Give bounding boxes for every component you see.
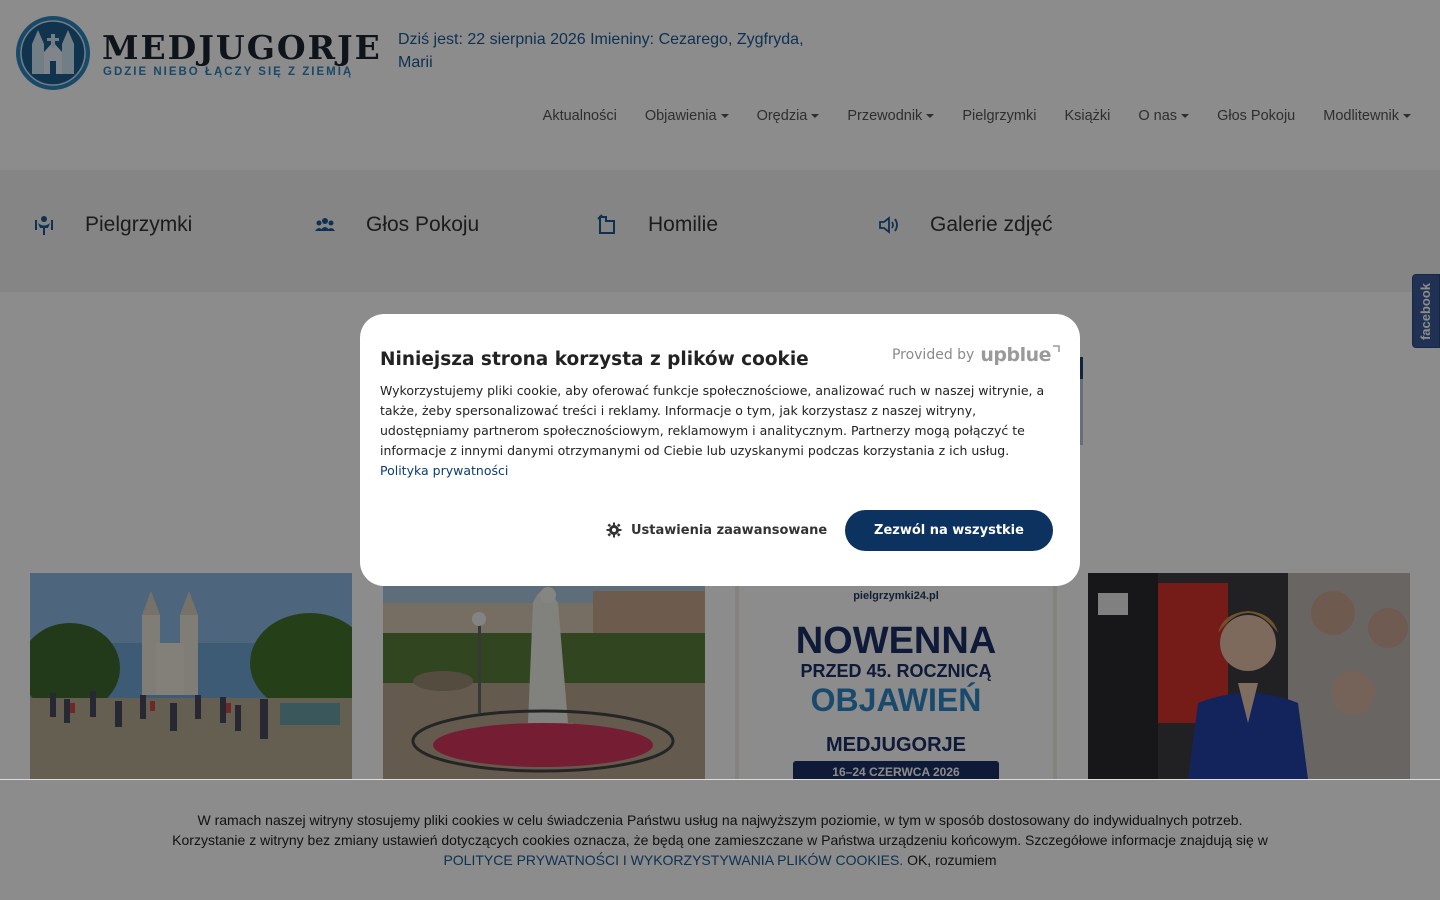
cookie-dialog-text: Wykorzystujemy pliki cookie, aby oferowa… [380,383,1045,458]
privacy-policy-link[interactable]: Polityka prywatności [380,461,1060,481]
cookie-notice-bar: W ramach naszej witryny stosujemy pliki … [0,779,1440,900]
cookie-policy-link[interactable]: POLITYCE PRYWATNOŚCI I WYKORZYSTYWANIA P… [443,852,903,868]
cookie-notice-text: W ramach naszej witryny stosujemy pliki … [170,810,1270,870]
cookie-consent-dialog: Niniejsza strona korzysta z plików cooki… [360,314,1080,586]
external-link-icon [1053,345,1060,352]
cookie-notice-body: W ramach naszej witryny stosujemy pliki … [172,812,1268,848]
allow-all-label: Zezwól na wszystkie [874,523,1024,538]
cookie-dialog-body: Wykorzystujemy pliki cookie, aby oferowa… [380,381,1060,481]
upblue-logo: upblue [980,344,1051,366]
advanced-settings-label: Ustawienia zaawansowane [631,522,828,538]
cookie-dialog-title: Niniejsza strona korzysta z plików cooki… [380,349,809,370]
allow-all-button[interactable]: Zezwól na wszystkie [845,510,1053,551]
gear-icon [606,522,622,538]
cookie-ok-link[interactable]: OK, rozumiem [907,852,996,868]
advanced-settings-button[interactable]: Ustawienia zaawansowane [606,522,827,538]
provided-by-label: Provided by [891,347,975,363]
provided-by[interactable]: Provided by upblue [892,344,1060,366]
